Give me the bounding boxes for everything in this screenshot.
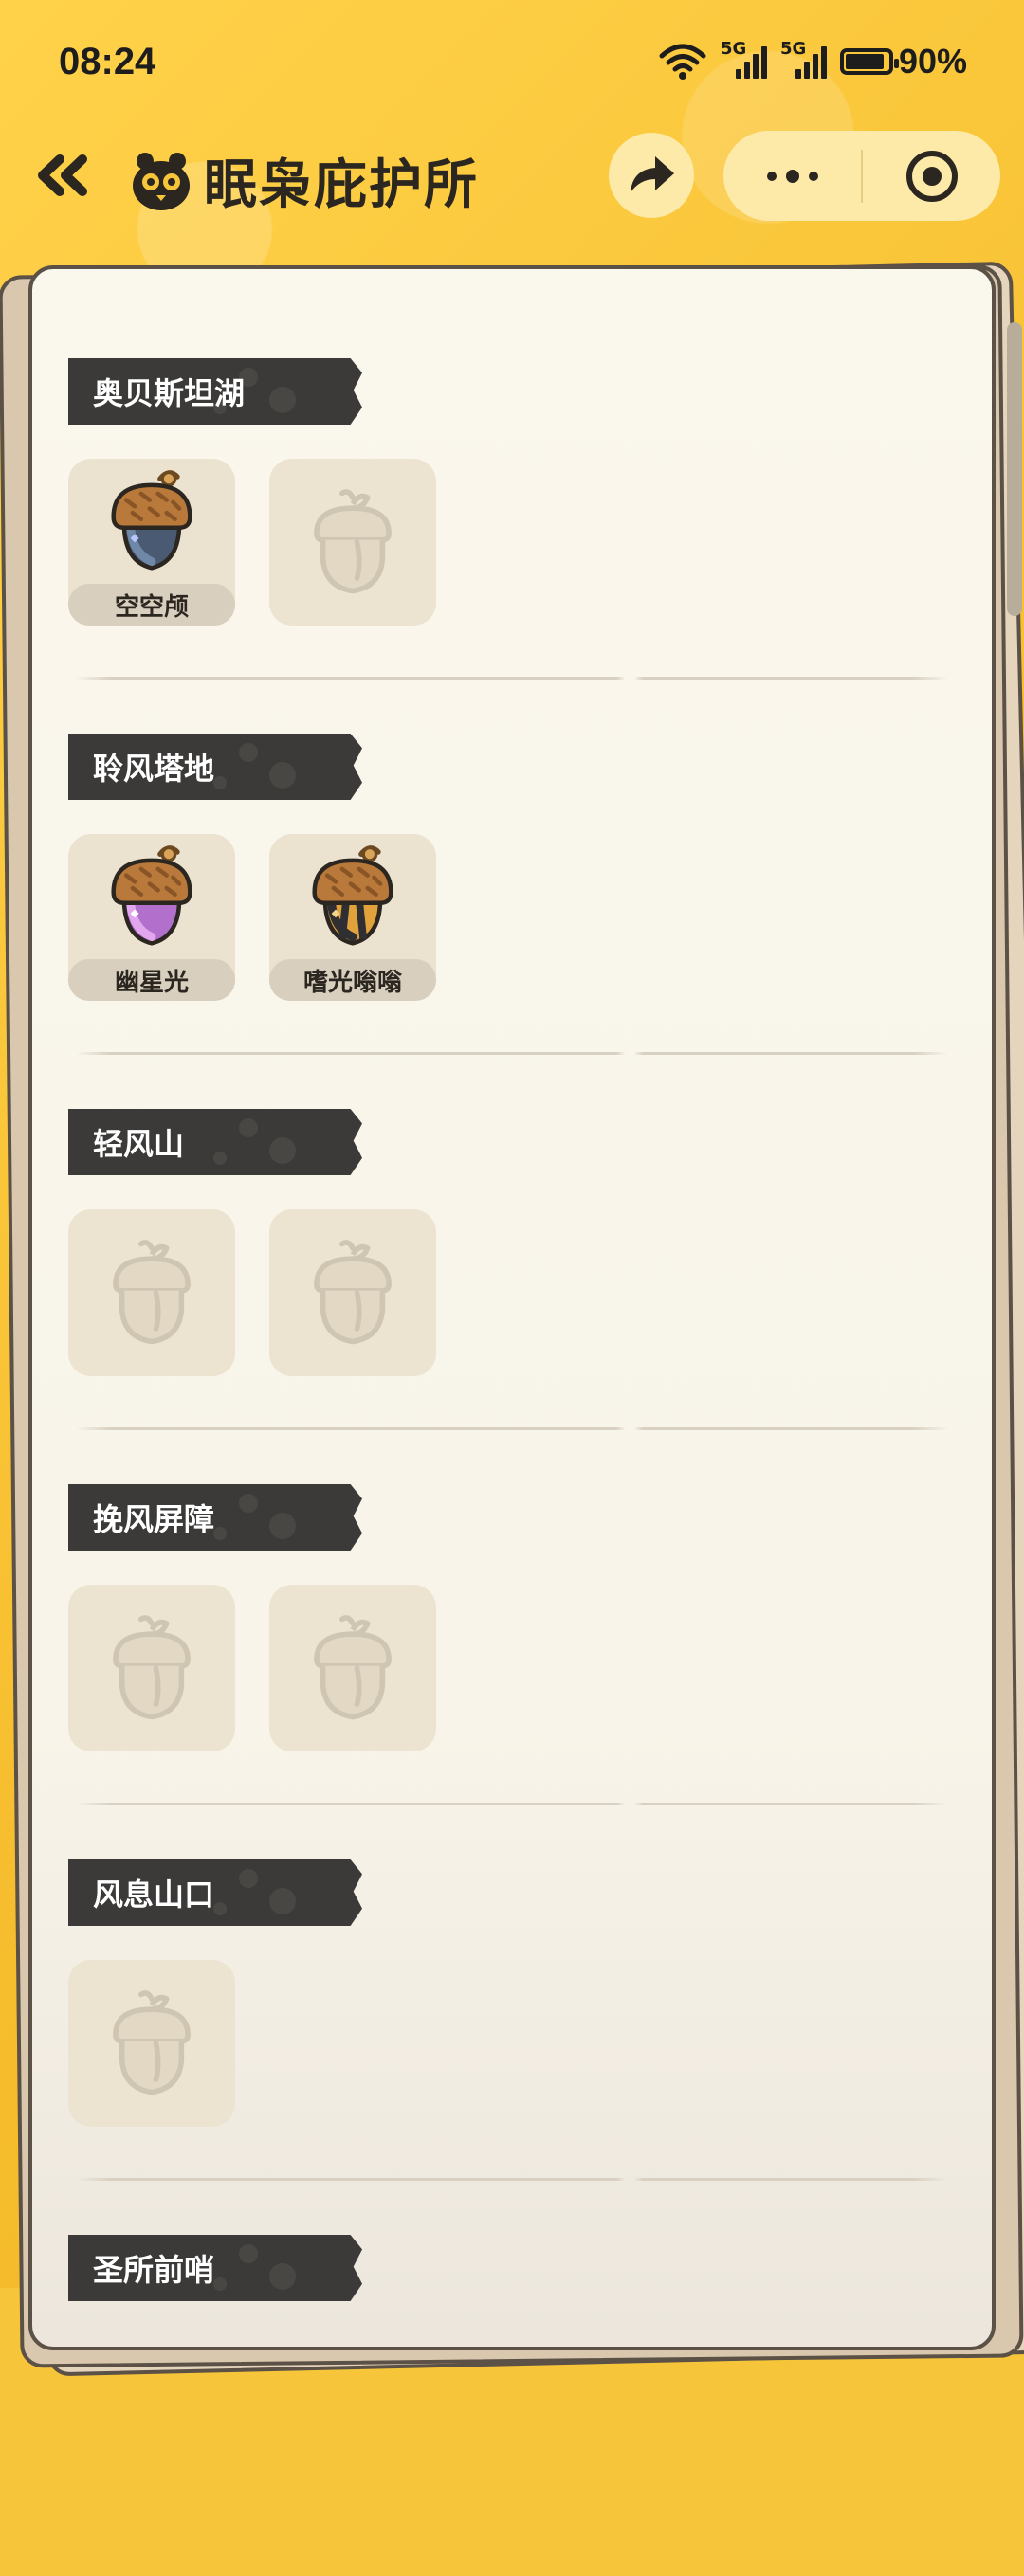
battery-indicator: 90% [839,42,967,82]
section-title-tag: 轻风山 [68,1109,362,1175]
mascot-logo-icon [133,152,190,210]
empty-slot[interactable] [269,1585,436,1751]
close-button[interactable] [863,131,1000,221]
collected-slot[interactable]: 幽星光 [68,834,235,1001]
status-icons: 5G 5G 90% [658,39,967,82]
status-bar: 08:24 5G 5G 90% [0,0,1024,123]
area-section: 轻风山 [68,1109,950,1450]
section-title-tag: 圣所前哨 [68,2235,362,2301]
slot-label: 嗜光嗡嗡 [269,959,436,1001]
acorn-placeholder-icon [300,1240,406,1346]
empty-slot[interactable] [269,459,436,626]
empty-slot[interactable] [68,1585,235,1751]
section-divider [76,1052,948,1055]
area-section: 圣所前哨 [68,2235,950,2576]
acorn-placeholder-icon [300,489,406,595]
section-divider [76,677,948,680]
cell-signal-icon-2: 5G [780,39,827,79]
target-circle-icon [905,150,958,202]
app-title: 眠枭庇护所 [204,154,479,216]
scrollbar-thumb[interactable] [1007,322,1022,616]
empty-slot[interactable] [68,1960,235,2127]
section-title-tag: 挽风屏障 [68,1484,362,1551]
network-type-label-2: 5G [779,39,807,59]
area-section: 风息山口 [68,1859,950,2201]
status-time: 08:24 [59,40,156,82]
section-divider [76,2178,948,2181]
collected-slot[interactable]: 嗜光嗡嗡 [269,834,436,1001]
battery-percent: 90% [898,42,967,81]
wifi-icon [659,44,706,80]
section-title-tag: 聆风塔地 [68,734,362,800]
more-dots-icon [762,169,823,183]
slot-row: 空空颅 [68,459,436,626]
acorn-striped-icon [312,845,393,946]
acorn-placeholder-icon [300,1615,406,1721]
double-chevron-left-icon [38,154,87,196]
collected-slot[interactable]: 空空颅 [68,459,235,626]
share-button[interactable] [609,133,694,218]
slot-label: 空空颅 [68,584,235,626]
share-arrow-icon [631,156,674,192]
section-divider [76,1427,948,1430]
section-title-tag: 风息山口 [68,1859,362,1926]
nav-bar: 眠枭庇护所 [0,123,1024,232]
acorn-placeholder-icon [99,1990,205,2096]
section-title: 聆风塔地 [93,751,215,787]
battery-fill [845,54,884,69]
section-title: 奥贝斯坦湖 [93,375,246,411]
section-title: 轻风山 [93,1126,185,1162]
section-title: 挽风屏障 [93,1501,215,1537]
more-button[interactable] [723,131,861,221]
slot-label: 幽星光 [68,959,235,1001]
acorn-placeholder-icon [99,1240,205,1346]
network-type-label: 5G [720,39,747,59]
acorn-purple-icon [111,845,192,946]
acorn-dark-blue-icon [111,470,192,571]
area-section: 挽风屏障 [68,1484,950,1825]
section-title: 风息山口 [93,1877,215,1913]
section-title: 圣所前哨 [93,2252,215,2288]
empty-slot[interactable] [269,1209,436,1376]
empty-slot[interactable] [68,1209,235,1376]
brand: 眠枭庇护所 [128,142,479,219]
area-section: 奥贝斯坦湖空空颅 [68,358,950,699]
section-divider [76,1803,948,1805]
area-section: 聆风塔地幽星光 嗜光嗡嗡 [68,734,950,1075]
slot-row: 幽星光 嗜光嗡嗡 [68,834,436,1001]
cell-signal-icon: 5G [721,39,767,79]
slot-row [68,1585,436,1751]
back-button[interactable] [28,147,95,204]
slot-row [68,1960,235,2127]
section-title-tag: 奥贝斯坦湖 [68,358,362,425]
mini-program-capsule [723,131,1000,221]
acorn-placeholder-icon [99,1615,205,1721]
battery-icon [839,48,899,75]
slot-row [68,1209,436,1376]
